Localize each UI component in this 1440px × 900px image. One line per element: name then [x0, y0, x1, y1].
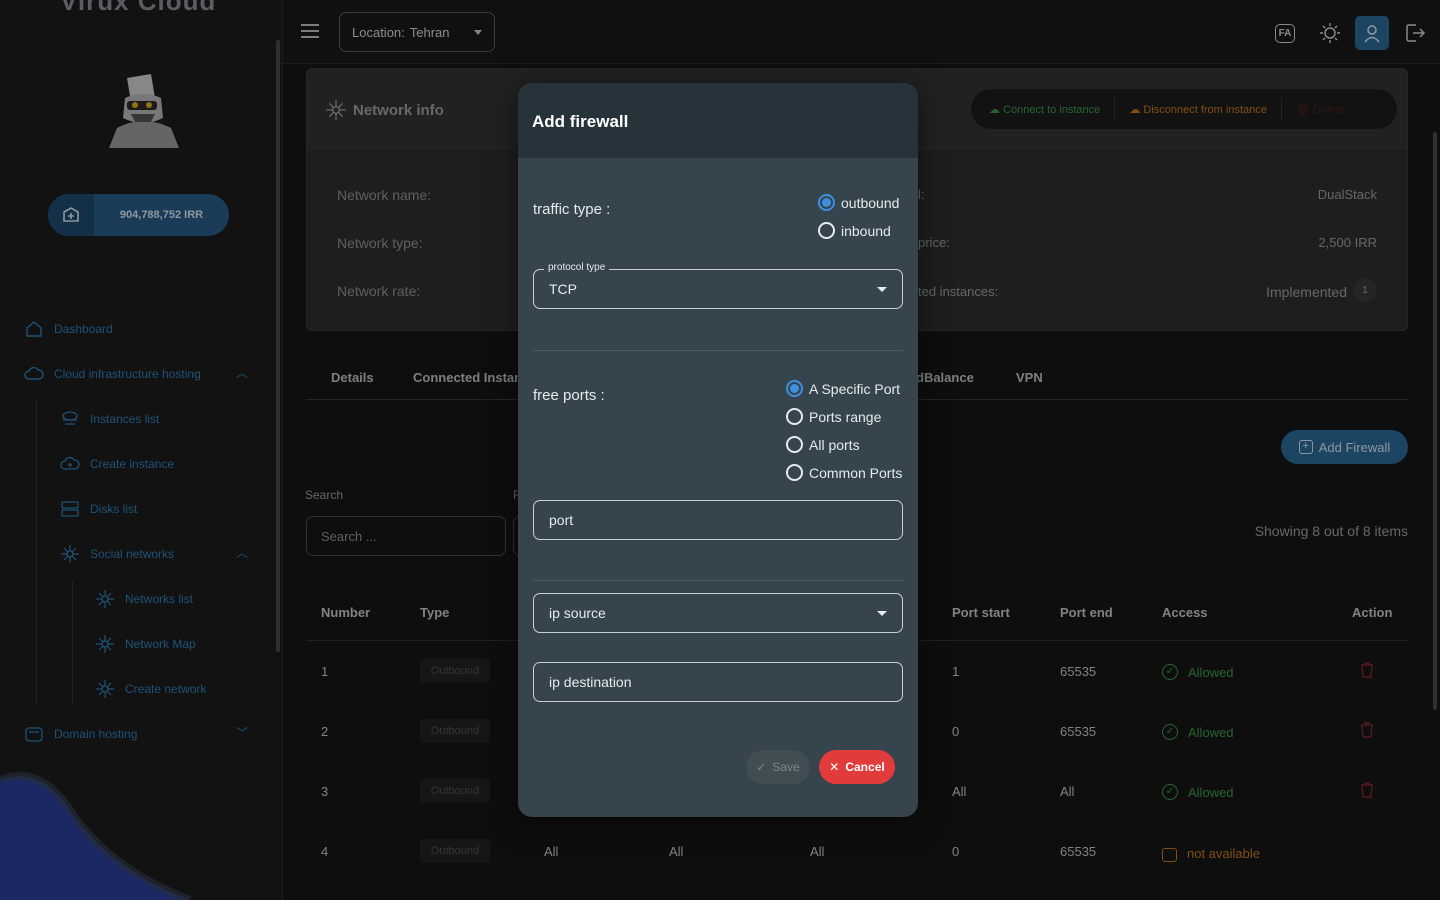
add-firewall-modal: Add firewall traffic type : outbound inb…: [518, 83, 918, 817]
radio-label: All ports: [809, 436, 860, 453]
radio-unchecked-icon: [786, 436, 803, 453]
cancel-label: Cancel: [845, 760, 885, 774]
radio-ports-range[interactable]: Ports range: [786, 408, 881, 425]
save-label: Save: [772, 760, 800, 774]
ip-destination-placeholder: ip destination: [549, 674, 632, 690]
radio-label: outbound: [841, 194, 900, 211]
close-icon: ✕: [829, 760, 840, 774]
radio-label: Ports range: [809, 408, 882, 425]
modal-title: Add firewall: [532, 112, 629, 131]
radio-common-ports[interactable]: Common Ports: [786, 464, 902, 481]
ip-source-select[interactable]: ip source: [533, 593, 903, 633]
cancel-button[interactable]: ✕ Cancel: [819, 750, 895, 784]
radio-unchecked-icon: [818, 222, 835, 239]
caret-down-icon: [877, 610, 887, 616]
radio-checked-icon: [818, 194, 835, 211]
radio-label: Common Ports: [809, 464, 903, 481]
port-placeholder: port: [549, 512, 574, 528]
ip-source-placeholder: ip source: [549, 605, 606, 621]
radio-checked-icon: [786, 380, 803, 397]
radio-specific-port[interactable]: A Specific Port: [786, 380, 900, 397]
traffic-type-label: traffic type :: [533, 201, 611, 218]
radio-all-ports[interactable]: All ports: [786, 436, 860, 453]
protocol-type-value: TCP: [549, 281, 577, 297]
radio-label: inbound: [841, 222, 891, 239]
app-root: Virux Cloud 904,788,752 IRR Dashboard Cl…: [0, 0, 1440, 900]
free-ports-label: free ports :: [533, 387, 605, 404]
protocol-type-legend: protocol type: [544, 262, 610, 273]
check-icon: ✓: [756, 760, 767, 774]
divider: [533, 350, 903, 351]
divider: [533, 580, 903, 581]
port-input[interactable]: port: [533, 500, 903, 540]
radio-inbound[interactable]: inbound: [818, 222, 891, 239]
radio-unchecked-icon: [786, 408, 803, 425]
protocol-type-select[interactable]: protocol type TCP: [533, 262, 903, 309]
save-button[interactable]: ✓ Save: [746, 750, 810, 784]
radio-unchecked-icon: [786, 464, 803, 481]
radio-label: A Specific Port: [809, 380, 901, 397]
radio-outbound[interactable]: outbound: [818, 194, 899, 211]
caret-down-icon: [877, 286, 887, 292]
ip-destination-input[interactable]: ip destination: [533, 662, 903, 702]
modal-header: Add firewall: [518, 83, 918, 158]
